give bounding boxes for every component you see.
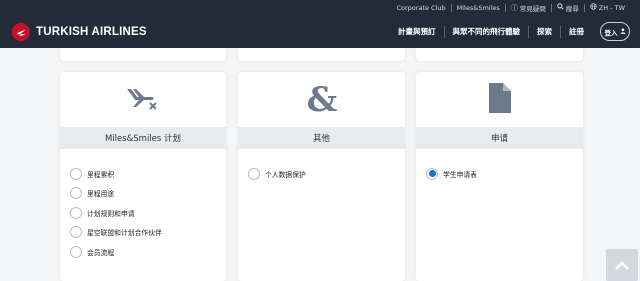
ampersand-icon: &	[305, 80, 339, 120]
document-icon	[487, 81, 513, 119]
language-label: ZH - TW	[598, 3, 625, 12]
option-label: 里程用途	[87, 190, 115, 199]
card-icon-area: &	[238, 72, 405, 127]
option-list: 个人数据保护	[248, 164, 306, 184]
category-card-application: 申请 学生申请表	[416, 72, 583, 281]
card-icon-area	[416, 72, 583, 127]
turkish-airlines-logo[interactable]	[12, 23, 30, 41]
category-card-other: & 其他 个人数据保护	[238, 72, 405, 281]
card-above	[60, 48, 226, 61]
language-selector[interactable]: ZH - TW	[585, 3, 630, 12]
option-item[interactable]: 会员流程	[70, 242, 162, 262]
help-label: 常見疑問	[519, 4, 546, 13]
card-title: Miles&Smiles 计划	[60, 127, 226, 149]
svg-text:&: &	[306, 80, 337, 116]
option-list: 学生申请表	[426, 164, 477, 184]
radio-button[interactable]	[70, 245, 82, 258]
brand-name[interactable]: TURKISH AIRLINES	[36, 26, 147, 38]
option-item[interactable]: 学生申请表	[426, 164, 477, 184]
main-nav: 計畫與預訂 與眾不同的飛行體驗 探索 註冊	[390, 15, 592, 48]
option-label: 星空联盟和计划合作伙伴	[87, 229, 162, 238]
help-link[interactable]: ⓘ 常見疑問	[506, 3, 551, 13]
corporate-club-link[interactable]: Corporate Club	[391, 3, 450, 12]
card-title: 其他	[238, 127, 405, 149]
user-icon	[620, 27, 626, 36]
option-item[interactable]: 里程用途	[70, 184, 162, 204]
option-item[interactable]: 里程累积	[70, 164, 162, 184]
info-icon: ⓘ	[510, 3, 518, 12]
radio-button[interactable]	[70, 206, 82, 219]
option-label: 会员流程	[87, 248, 115, 257]
globe-icon	[590, 3, 597, 12]
radio-button[interactable]	[70, 226, 82, 239]
radio-button[interactable]	[70, 187, 82, 200]
option-label: 里程累积	[87, 170, 115, 179]
option-label: 计划规则和申请	[87, 209, 135, 218]
search-label: 搜尋	[565, 4, 579, 13]
search-icon	[556, 3, 564, 12]
nav-plan-book[interactable]: 計畫與預訂	[390, 26, 444, 38]
option-item[interactable]: 个人数据保护	[248, 164, 306, 184]
option-item[interactable]: 星空联盟和计划合作伙伴	[70, 223, 162, 243]
option-list: 里程累积 里程用途 计划规则和申请 星空联盟和计划合作伙伴 会员流程	[70, 164, 162, 262]
miles-smiles-link[interactable]: Miles&Smiles	[452, 3, 505, 12]
option-label: 个人数据保护	[265, 170, 306, 179]
login-label: 登入	[604, 28, 618, 37]
chevron-up-icon	[614, 256, 630, 275]
radio-button[interactable]	[248, 167, 260, 180]
top-utility-bar: Corporate Club Miles&Smiles ⓘ 常見疑問 搜尋 ZH…	[0, 0, 640, 15]
radio-button[interactable]	[70, 167, 82, 180]
card-above	[416, 48, 583, 61]
option-item[interactable]: 计划规则和申请	[70, 203, 162, 223]
main-header: TURKISH AIRLINES 計畫與預訂 與眾不同的飛行體驗 探索 註冊 登…	[0, 15, 640, 48]
card-icon-area	[60, 72, 226, 127]
nav-explore[interactable]: 探索	[529, 26, 560, 38]
card-above	[238, 48, 405, 61]
radio-button-selected[interactable]	[426, 167, 438, 180]
nav-register[interactable]: 註冊	[561, 26, 592, 38]
search-link[interactable]: 搜尋	[552, 3, 584, 13]
nav-experience[interactable]: 與眾不同的飛行體驗	[445, 26, 529, 38]
card-title: 申请	[416, 127, 583, 149]
option-label: 学生申请表	[443, 170, 477, 179]
back-to-top-button[interactable]	[606, 249, 638, 281]
login-button[interactable]: 登入	[600, 22, 630, 41]
plane-cancel-icon	[123, 83, 163, 117]
category-card-miles-smiles: Miles&Smiles 计划 里程累积 里程用途 计划规则和申请 星空联盟和计…	[60, 72, 226, 281]
